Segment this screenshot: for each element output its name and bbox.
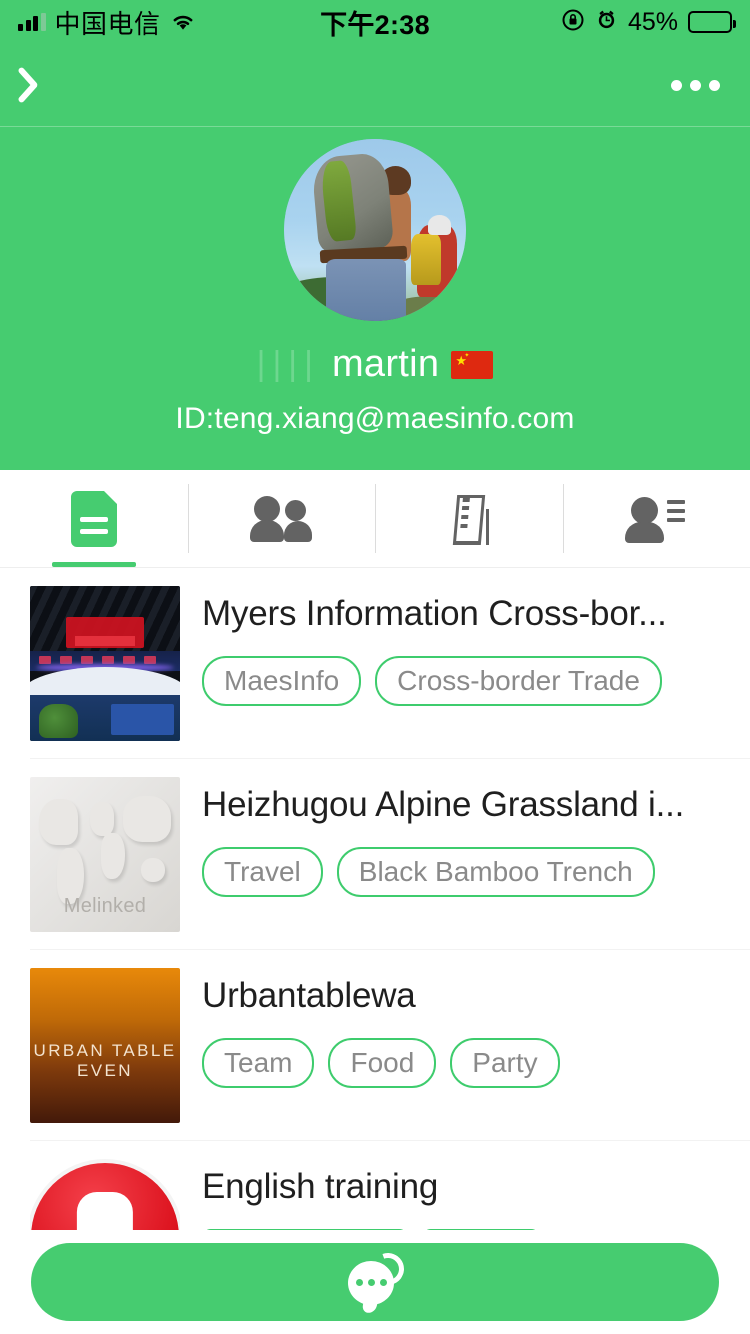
tab-bar (0, 470, 750, 568)
expo-hall-photo (30, 586, 180, 741)
chat-bubble-icon (346, 1247, 410, 1314)
username-label: martin (331, 343, 440, 385)
urban-table-gradient: URBAN TABLE EVEN (30, 968, 180, 1123)
building-icon (445, 493, 493, 545)
avatar[interactable] (284, 139, 466, 321)
tag-row: Travel Black Bamboo Trench (202, 847, 750, 897)
thumbnail-watermark: Melinked (63, 895, 147, 918)
tag-row: MaesInfo Cross-border Trade (202, 656, 750, 706)
list-item-title: English training (202, 1167, 439, 1206)
profile-header: |||| martin ★ ✦ ID:teng.xiang@maesinfo.co… (0, 127, 750, 470)
tag[interactable]: Party (450, 1038, 560, 1088)
tab-companies[interactable] (375, 470, 563, 567)
world-map-placeholder: Melinked (30, 777, 180, 932)
status-bar: 中国电信 下午2:38 45% (0, 0, 750, 44)
tag[interactable]: Black Bamboo Trench (336, 847, 655, 897)
username-row: |||| martin ★ ✦ (0, 343, 750, 386)
list-item-title: Myers Information Cross-bor... (202, 594, 667, 633)
list-item[interactable]: Myers Information Cross-bor... MaesInfo … (0, 568, 750, 759)
list-item-title: Heizhugou Alpine Grassland i... (202, 785, 685, 824)
tab-contacts[interactable] (562, 470, 750, 567)
person-list-icon (625, 495, 687, 543)
tag-row: Team Food Party (202, 1038, 750, 1088)
tag[interactable]: Cross-border Trade (375, 656, 662, 706)
tag[interactable]: MaesInfo (202, 656, 362, 706)
document-icon (70, 490, 117, 547)
carrier-label: 中国电信 (54, 8, 161, 39)
battery-percent-label: 45% (627, 7, 678, 36)
list-item-title: Urbantablewa (202, 976, 416, 1015)
status-bar-right: 45% (561, 7, 736, 37)
wifi-icon (170, 12, 196, 32)
user-id-label: ID:teng.xiang@maesinfo.com (175, 402, 575, 435)
back-chevron-icon[interactable] (30, 63, 58, 107)
signal-bars-icon (18, 13, 46, 31)
people-icon (250, 495, 313, 542)
chat-button[interactable] (31, 1243, 719, 1321)
china-flag-icon: ★ ✦ (451, 350, 494, 379)
rotation-lock-icon (561, 8, 585, 37)
tab-active-indicator (51, 562, 136, 567)
more-options-icon[interactable] (671, 70, 720, 101)
tag[interactable]: Food (328, 1038, 437, 1088)
tab-documents[interactable] (0, 470, 188, 567)
bottom-bar (0, 1230, 750, 1334)
tab-groups[interactable] (187, 470, 376, 567)
alarm-clock-icon (595, 8, 618, 36)
status-bar-left: 中国电信 (18, 4, 196, 41)
list-item[interactable]: Melinked Heizhugou Alpine Grassland i...… (0, 759, 750, 950)
tag[interactable]: Travel (202, 847, 323, 897)
username-prefix-glyphs: |||| (256, 345, 320, 383)
tag[interactable]: Team (202, 1038, 315, 1088)
navigation-bar (0, 44, 750, 127)
content-list: Myers Information Cross-bor... MaesInfo … (0, 568, 750, 1332)
battery-icon (688, 11, 736, 33)
thumbnail-caption: URBAN TABLE EVEN (33, 1040, 177, 1080)
list-item[interactable]: URBAN TABLE EVEN Urbantablewa Team Food … (0, 950, 750, 1141)
